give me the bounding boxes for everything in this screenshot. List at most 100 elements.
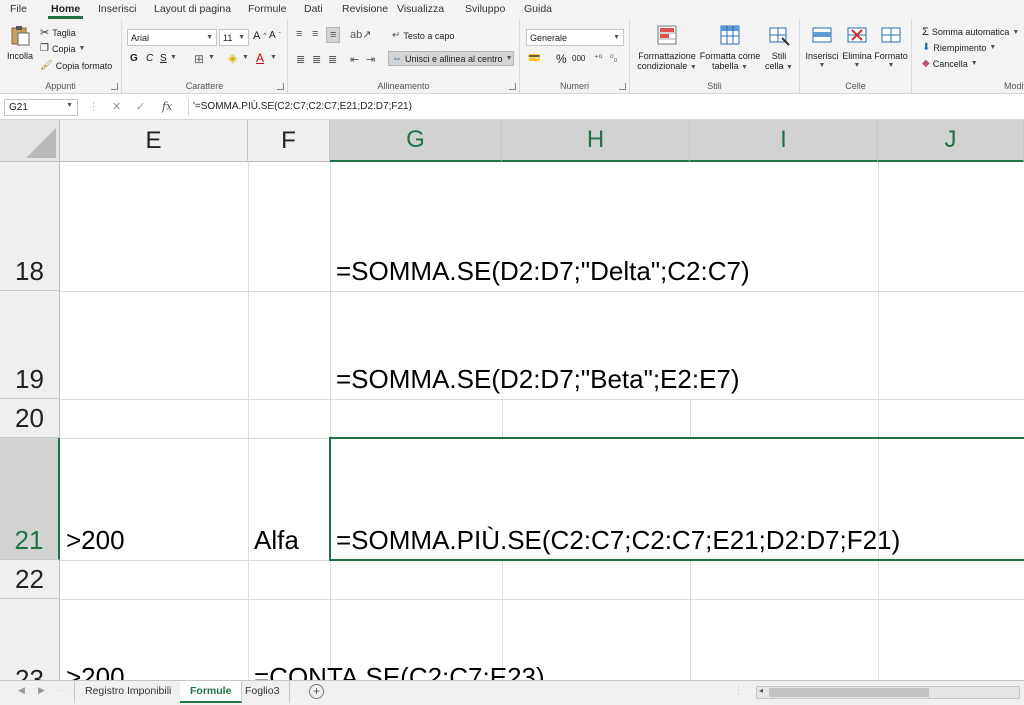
chevron-down-icon[interactable]: ▼: [170, 54, 177, 61]
underline-button[interactable]: S: [160, 53, 167, 64]
formula-input[interactable]: '=SOMMA.PIÙ.SE(C2:C7;C2:C7;E21;D2:D7;F21…: [188, 99, 1018, 116]
dialog-launcher-icon[interactable]: [111, 83, 118, 90]
align-right-icon[interactable]: ≣: [328, 53, 337, 66]
thousands-button[interactable]: 000: [572, 54, 585, 63]
scrollbar-thumb[interactable]: [769, 688, 929, 697]
column-header-e[interactable]: E: [60, 120, 248, 162]
sheet-tab-foglio3[interactable]: Foglio3: [235, 681, 291, 703]
tab-inserisci[interactable]: Inserisci: [98, 3, 137, 15]
sheet-tab-registro[interactable]: Registro Imponibili: [74, 681, 183, 703]
tab-revisione[interactable]: Revisione: [342, 3, 388, 15]
insert-function-icon[interactable]: fx: [162, 100, 172, 113]
clear-button[interactable]: ◆ Cancella ▼: [922, 58, 978, 69]
alignment-group: ≡ ≡ ≡ ab↗ ↵ Testo a capo ≣ ≣ ≣ ⇤ ⇥ ⇔ Uni…: [288, 20, 520, 94]
row-header-21[interactable]: 21: [0, 438, 60, 560]
decrease-indent-icon[interactable]: ⇤: [350, 53, 359, 66]
paste-button[interactable]: Incolla: [5, 24, 35, 61]
shrink-font-icon[interactable]: Aˇ: [269, 30, 281, 41]
borders-icon[interactable]: ⊞: [194, 52, 204, 66]
currency-icon[interactable]: 💳: [528, 53, 540, 64]
cancel-icon[interactable]: ✕: [112, 100, 121, 113]
autosum-button[interactable]: Σ Somma automatica ▼: [922, 26, 1019, 38]
cut-button[interactable]: ✂ Taglia: [40, 26, 76, 39]
increase-indent-icon[interactable]: ⇥: [366, 53, 375, 66]
font-color-icon[interactable]: A: [256, 51, 264, 65]
delete-cells-button[interactable]: Elimina ▼: [840, 24, 874, 71]
tab-home[interactable]: Home: [47, 3, 84, 19]
column-header-g[interactable]: G: [330, 120, 502, 162]
decrease-decimal-icon[interactable]: ⁰₀: [610, 53, 617, 64]
fill-down-icon: ⬇: [922, 42, 931, 53]
chevron-down-icon: ▼: [66, 102, 73, 109]
more-sheets-icon[interactable]: ⋯: [58, 685, 67, 696]
conditional-formatting-button[interactable]: Formattazione condizionale ▼: [636, 24, 698, 73]
row-header-23[interactable]: 23: [0, 599, 60, 680]
dialog-launcher-icon[interactable]: [619, 83, 626, 90]
align-middle-icon[interactable]: ≡: [312, 28, 318, 40]
increase-decimal-icon[interactable]: ⁺⁰: [594, 53, 602, 64]
clear-label: Cancella: [932, 58, 968, 69]
cell-f21[interactable]: Alfa: [254, 525, 299, 555]
merge-center-button[interactable]: ⇔ Unisci e allinea al centro ▼: [388, 51, 514, 66]
chevron-down-icon[interactable]: ▼: [270, 54, 277, 61]
sheet-tab-formule[interactable]: Formule: [180, 681, 243, 703]
add-sheet-icon[interactable]: +: [309, 684, 324, 699]
worksheet-grid[interactable]: E F G H I J 18 19 20 21 22 23 =SOMMA.SE(…: [0, 120, 1024, 680]
wrap-text-button[interactable]: ↵ Testo a capo: [392, 30, 454, 41]
chevron-down-icon[interactable]: ▼: [242, 54, 249, 61]
orientation-icon[interactable]: ab↗: [350, 28, 371, 41]
ribbon: Incolla ✂ Taglia ❐ Copia ▼ 🖌 Copia forma…: [0, 20, 1024, 94]
row-header-22[interactable]: 22: [0, 560, 60, 599]
tab-guida[interactable]: Guida: [524, 3, 552, 15]
next-sheet-icon[interactable]: ▶: [38, 685, 45, 696]
align-center-icon[interactable]: ≣: [312, 53, 321, 66]
cell-g18[interactable]: =SOMMA.SE(D2:D7;"Delta";C2:C7): [336, 256, 750, 286]
column-header-h[interactable]: H: [502, 120, 690, 162]
insert-cells-icon: [812, 27, 832, 43]
tab-file[interactable]: File: [10, 3, 27, 15]
column-header-f[interactable]: F: [248, 120, 330, 162]
insert-cells-button[interactable]: Inserisci ▼: [804, 24, 840, 71]
tab-formule[interactable]: Formule: [248, 3, 287, 15]
cell-f23[interactable]: =CONTA.SE(C2:C7;E23): [254, 662, 545, 680]
fill-color-icon[interactable]: ◈: [228, 51, 237, 65]
scroll-left-icon[interactable]: ◂: [759, 686, 763, 695]
row-header-20[interactable]: 20: [0, 399, 60, 438]
percent-button[interactable]: %: [556, 52, 567, 66]
format-as-table-button[interactable]: Formatta come tabella ▼: [698, 24, 762, 73]
format-painter-button[interactable]: 🖌 Copia formato: [40, 60, 112, 71]
tab-sviluppo[interactable]: Sviluppo: [465, 3, 505, 15]
format-cells-button[interactable]: Formato ▼: [874, 24, 908, 71]
column-header-j[interactable]: J: [878, 120, 1024, 162]
fill-button[interactable]: ⬇ Riempimento ▼: [922, 42, 996, 53]
dialog-launcher-icon[interactable]: [277, 83, 284, 90]
align-top-icon[interactable]: ≡: [296, 28, 302, 40]
bold-button[interactable]: G: [130, 53, 138, 64]
row-header-19[interactable]: 19: [0, 291, 60, 399]
italic-button[interactable]: C: [146, 53, 153, 64]
row-header-18[interactable]: 18: [0, 162, 60, 291]
cell-styles-button[interactable]: Stili cella ▼: [762, 24, 796, 73]
tab-dati[interactable]: Dati: [304, 3, 323, 15]
cell-e21[interactable]: >200: [66, 525, 125, 555]
chevron-down-icon[interactable]: ▼: [208, 54, 215, 61]
previous-sheet-icon[interactable]: ◀: [18, 685, 25, 696]
number-format-select[interactable]: Generale ▼: [526, 29, 624, 46]
font-size-select[interactable]: 11 ▼: [219, 29, 249, 46]
enter-icon[interactable]: ✓: [136, 100, 145, 113]
grow-font-icon[interactable]: A ^: [253, 30, 266, 42]
delete-cells-label: Elimina: [842, 51, 872, 61]
tab-layout[interactable]: Layout di pagina: [154, 3, 231, 15]
align-left-icon[interactable]: ≣: [296, 53, 305, 66]
name-box[interactable]: G21 ▼: [4, 99, 78, 116]
column-header-i[interactable]: I: [690, 120, 878, 162]
cell-e23[interactable]: >200: [66, 662, 125, 680]
dialog-launcher-icon[interactable]: [509, 83, 516, 90]
cell-g19[interactable]: =SOMMA.SE(D2:D7;"Beta";E2:E7): [336, 364, 740, 394]
tab-visualizza[interactable]: Visualizza: [397, 3, 444, 15]
align-bottom-icon[interactable]: ≡: [326, 27, 341, 43]
copy-button[interactable]: ❐ Copia ▼: [40, 43, 85, 54]
horizontal-scrollbar[interactable]: ◂: [756, 686, 1020, 699]
select-all-corner[interactable]: [0, 120, 60, 162]
font-name-select[interactable]: Arial ▼: [127, 29, 217, 46]
